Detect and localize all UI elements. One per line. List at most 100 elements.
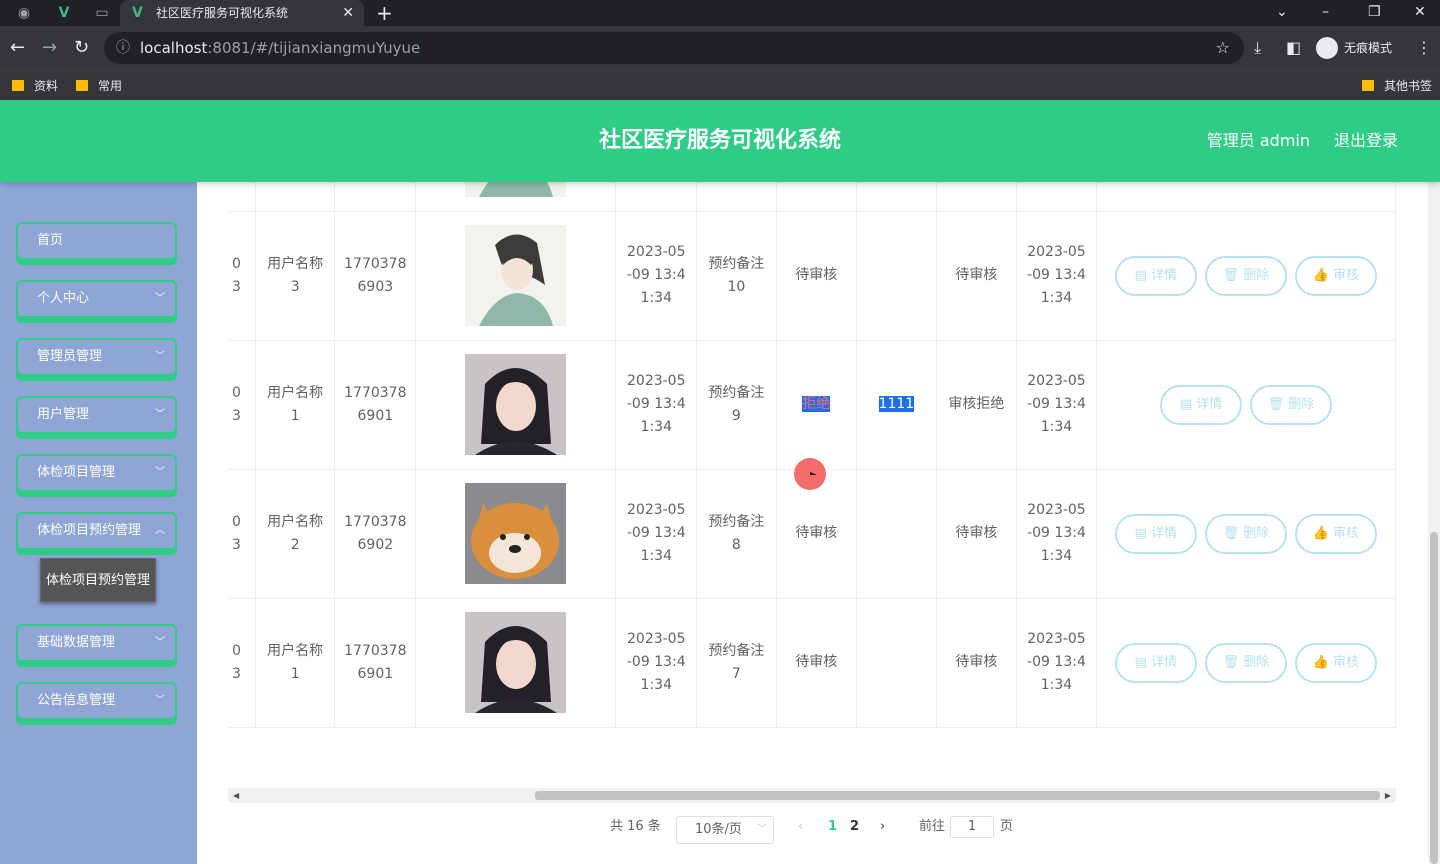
vue-tab-icon[interactable]: V — [56, 5, 72, 21]
window-tab-icon[interactable]: ▭ — [94, 5, 110, 21]
delete-button[interactable]: 🗑 删除 — [1249, 384, 1332, 425]
browser-menu-icon[interactable]: ◉ — [16, 5, 32, 21]
reload-icon[interactable]: ↻ — [74, 36, 89, 60]
app-header: 社区医疗服务可视化系统 管理员 admin 退出登录 — [0, 100, 1440, 182]
scroll-right-icon[interactable]: ▶ — [1385, 788, 1391, 803]
download-icon[interactable]: ⤓ — [1254, 38, 1261, 58]
details-button[interactable]: ▤ 详情 — [1114, 642, 1197, 683]
close-tab-icon[interactable]: ✕ — [342, 0, 354, 26]
username-cell: 用户名称 1 — [255, 340, 336, 470]
result-cell: 待审核 — [936, 469, 1018, 599]
table-row: 0 3 用户名称 1 1770378 6901 2023-05 -09 13:4 1:34 预约备… — [228, 340, 1396, 470]
thumb-icon: 👍 — [1312, 654, 1329, 670]
folder-icon — [1362, 80, 1374, 91]
forward-icon[interactable]: → — [42, 36, 57, 60]
incognito-label[interactable]: 无痕模式 — [1344, 37, 1392, 59]
bookmark-folder-2[interactable]: 常用 — [76, 71, 122, 101]
sidebar-item-basic-data[interactable]: 基础数据管理 ﹀ — [16, 624, 177, 662]
mouse-cursor-icon — [810, 472, 817, 475]
reply-cell — [856, 211, 937, 341]
username-cell: 用户名称 1 — [255, 598, 336, 728]
sidebar-item-profile[interactable]: 个人中心 ﹀ — [16, 280, 177, 318]
table-row: 03用户名称3177037869032023-05-09 13:41:34预约备… — [228, 211, 1396, 341]
review-button[interactable]: 👍 审核 — [1294, 642, 1377, 683]
browser-tabbar: ◉ V ▭ V 社区医疗服务可视化系统 ✕ + ⌄ – ❐ ✕ — [0, 0, 1440, 26]
close-window-icon[interactable]: ✕ — [1414, 0, 1426, 24]
site-info-icon[interactable]: ⓘ — [116, 32, 130, 64]
sidebar-item-home[interactable]: 首页 — [16, 222, 177, 260]
bookmark-folder-1[interactable]: 资料 — [12, 71, 58, 101]
username-cell: 用户名称3 — [255, 211, 336, 341]
goto-page-input[interactable]: 1 — [950, 816, 994, 838]
bookmarks-bar: 资料 常用 其他书签 — [0, 70, 1440, 100]
details-button[interactable]: ▤ 详情 — [1114, 513, 1197, 554]
submenu-exam-booking[interactable]: 体检项目预约管理 — [40, 558, 156, 602]
id-cell: 03 — [228, 598, 256, 728]
tab-search-icon[interactable]: ⌄ — [1276, 0, 1288, 24]
page-suffix: 页 — [1000, 819, 1014, 834]
document-icon: ▤ — [1134, 654, 1147, 670]
result-cell: 审核拒绝 — [936, 340, 1018, 470]
vue-logo-icon: V — [132, 5, 143, 21]
logout-link[interactable]: 退出登录 — [1334, 100, 1398, 182]
photo-cell — [415, 469, 617, 599]
new-tab-icon[interactable]: + — [376, 0, 393, 26]
actions-cell: ▤ 详情🗑 删除👍 审核 — [1096, 598, 1396, 728]
status-cell: 待审核 — [776, 211, 858, 341]
sidepanel-icon[interactable]: ◧ — [1286, 38, 1301, 58]
horizontal-scrollbar[interactable]: ◀ ▶ — [228, 788, 1396, 803]
thumb-icon: 👍 — [1312, 525, 1329, 541]
sidebar-item-users[interactable]: 用户管理 ﹀ — [16, 396, 177, 434]
document-icon: ▤ — [1134, 525, 1147, 541]
sidebar-item-admins[interactable]: 管理员管理 ﹀ — [16, 338, 177, 376]
browser-menu-dots-icon[interactable]: ⋮ — [1416, 38, 1432, 58]
review-time-cell: 2023-05-09 13:41:34 — [1016, 469, 1097, 599]
phone-cell: 1770378 6902 — [334, 469, 417, 599]
thumb-icon: 👍 — [1312, 267, 1329, 283]
bookmark-star-icon[interactable]: ☆ — [1216, 32, 1230, 64]
details-button[interactable]: ▤ 详情 — [1159, 384, 1242, 425]
sidebar-item-exam-items[interactable]: 体检项目管理 ﹀ — [16, 454, 177, 492]
prev-page-icon[interactable]: ‹ — [798, 812, 803, 842]
actions-cell: ▤ 详情🗑 删除👍 审核 — [1096, 469, 1396, 599]
reply-text: 1111 — [878, 396, 915, 412]
note-cell: 预约备注 9 — [696, 340, 777, 470]
page-2[interactable]: 2 — [850, 812, 859, 842]
delete-button[interactable]: 🗑 删除 — [1204, 642, 1287, 683]
reply-cell — [856, 469, 937, 599]
tab-title: 社区医疗服务可视化系统 — [156, 6, 289, 20]
vertical-scroll-thumb[interactable] — [1430, 532, 1438, 864]
restore-icon[interactable]: ❐ — [1368, 0, 1381, 24]
booking-time-cell: 2023-05-09 13:41:34 — [615, 598, 698, 728]
reply-cell — [856, 598, 937, 728]
incognito-icon[interactable] — [1316, 37, 1338, 59]
details-button[interactable]: ▤ 详情 — [1114, 255, 1197, 296]
actions-cell: ▤ 详情 🗑 删除 — [1096, 340, 1396, 470]
url-host: localhost — [140, 39, 208, 57]
sidebar-item-notices[interactable]: 公告信息管理 ﹀ — [16, 682, 177, 720]
next-page-icon[interactable]: › — [880, 812, 885, 842]
page-size-select[interactable]: 10条/页 ﹀ — [676, 816, 774, 844]
result-cell: 待审核 — [936, 211, 1018, 341]
url-input[interactable]: ⓘ localhost:8081/#/tijianxiangmuYuyue ☆ — [104, 32, 1244, 64]
review-button[interactable]: 👍 审核 — [1294, 255, 1377, 296]
note-cell: 预约备注 7 — [696, 598, 777, 728]
document-icon: ▤ — [1179, 396, 1192, 412]
review-button[interactable]: 👍 审核 — [1294, 513, 1377, 554]
other-bookmarks[interactable]: 其他书签 — [1362, 71, 1432, 101]
horizontal-scroll-thumb[interactable] — [535, 791, 1380, 800]
photo-cell — [415, 340, 617, 470]
phone-cell: 1770378 6901 — [334, 598, 417, 728]
active-tab[interactable]: V 社区医疗服务可视化系统 ✕ — [120, 0, 364, 26]
minimize-icon[interactable]: – — [1322, 0, 1329, 24]
scroll-left-icon[interactable]: ◀ — [233, 788, 239, 803]
sidebar-item-exam-booking[interactable]: 体检项目预约管理 ︿ — [16, 512, 177, 550]
delete-button[interactable]: 🗑 删除 — [1204, 513, 1287, 554]
delete-button[interactable]: 🗑 删除 — [1204, 255, 1287, 296]
vertical-scrollbar[interactable] — [1428, 182, 1440, 864]
status-rejected: 拒绝 — [802, 396, 831, 412]
trash-icon: 🗑 — [1222, 654, 1240, 670]
page-1[interactable]: 1 — [828, 812, 837, 842]
trash-icon: 🗑 — [1222, 525, 1240, 541]
back-icon[interactable]: ← — [10, 36, 25, 60]
